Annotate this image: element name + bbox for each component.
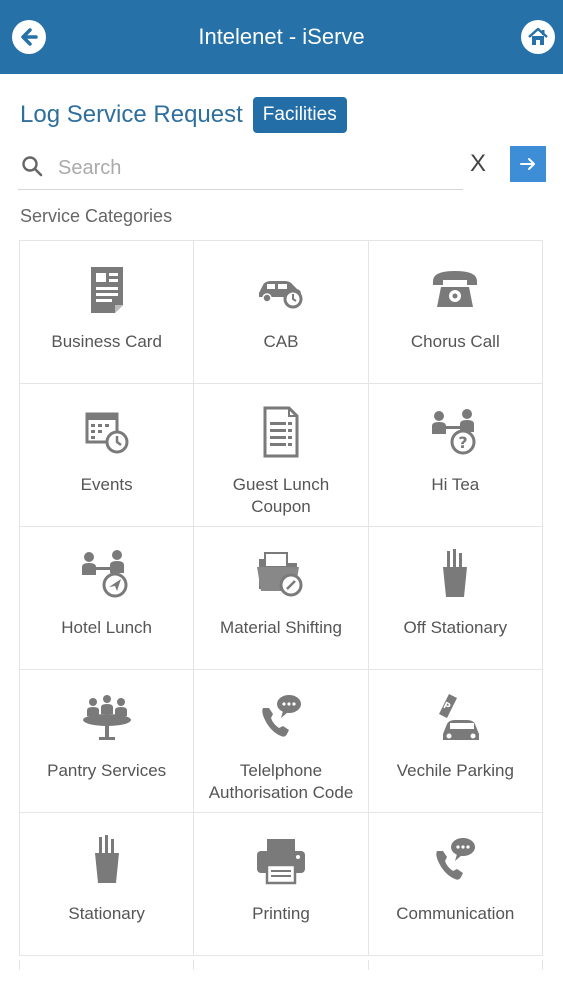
category-label: Pantry Services [47,761,167,780]
category-label: Vechile Parking [396,761,514,780]
grid-partial-cell [20,960,195,970]
category-label: Hi Tea [431,475,480,494]
back-button[interactable] [12,20,46,54]
category-label: Communication [396,904,515,923]
search-underline [18,189,463,190]
category-label: Guest Lunch Coupon [232,475,330,516]
home-icon [528,27,548,45]
category-hi-tea[interactable]: ? Hi Tea [368,384,543,527]
business-card-icon [90,267,123,313]
facilities-tag[interactable]: Facilities [252,97,347,133]
document-list-icon [263,406,299,458]
category-label: Business Card [51,332,162,351]
category-events[interactable]: Events [20,384,195,527]
pantry-table-icon [82,695,131,740]
category-chorus-call[interactable]: Chorus Call [368,241,543,384]
pencil-cup-icon [94,835,119,883]
pencil-cup-icon [443,549,468,597]
app-header: Intelenet - iServe [0,0,563,74]
grid-partial-cell [369,960,543,970]
grid-partial-cell [194,960,369,970]
category-cab[interactable]: CAB [194,241,369,384]
home-button[interactable] [521,20,555,54]
cab-icon [258,281,303,309]
category-label: Hotel Lunch [61,618,153,637]
page-heading: Log Service Request [20,101,243,128]
category-label: Events [80,475,133,494]
search-bar: X [0,144,563,190]
category-stationary[interactable]: Stationary [20,813,195,956]
meeting-plane-icon [81,550,128,598]
arrow-right-icon [520,158,535,170]
category-printing[interactable]: Printing [194,813,369,956]
category-label: Off Stationary [403,618,508,637]
telephone-icon [433,271,478,307]
category-label: Stationary [68,904,145,923]
back-arrow-icon [21,28,38,46]
search-icon [22,156,43,177]
heading-row: Log Service Request Facilities [20,96,563,134]
category-label: Telelphone Authorisation Code [208,761,354,802]
calendar-clock-icon [85,412,129,454]
category-label: CAB [263,332,299,351]
grid-partial-row [19,960,543,970]
section-label: Service Categories [20,206,173,226]
category-label: Material Shifting [220,618,342,637]
folder-clock-icon [256,552,303,597]
category-communication[interactable]: Communication [368,813,543,956]
search-input[interactable] [56,152,440,184]
phone-chat-icon [262,695,301,737]
parking-car-icon: P [439,694,480,740]
category-hotel-lunch[interactable]: Hotel Lunch [20,527,195,670]
svg-text:?: ? [459,433,468,452]
search-submit-button[interactable] [510,146,546,182]
category-vechile-parking[interactable]: P Vechile Parking [368,670,543,813]
category-guest-lunch-coupon[interactable]: Guest Lunch Coupon [194,384,369,527]
category-label: Printing [252,904,310,923]
category-grid: Business Card CAB Chorus Call Events Gue… [19,240,543,956]
category-pantry-services[interactable]: Pantry Services [20,670,195,813]
printer-icon [256,839,305,885]
category-business-card[interactable]: Business Card [20,241,195,384]
category-label: Chorus Call [410,332,500,351]
clear-search-button[interactable]: X [470,150,486,178]
meeting-question-icon: ? [432,409,476,455]
category-telephone-authorisation-code[interactable]: Telelphone Authorisation Code [194,670,369,813]
category-material-shifting[interactable]: Material Shifting [194,527,369,670]
phone-chat-icon [436,838,476,880]
app-title: Intelenet - iServe [198,24,365,49]
category-off-stationary[interactable]: Off Stationary [368,527,543,670]
